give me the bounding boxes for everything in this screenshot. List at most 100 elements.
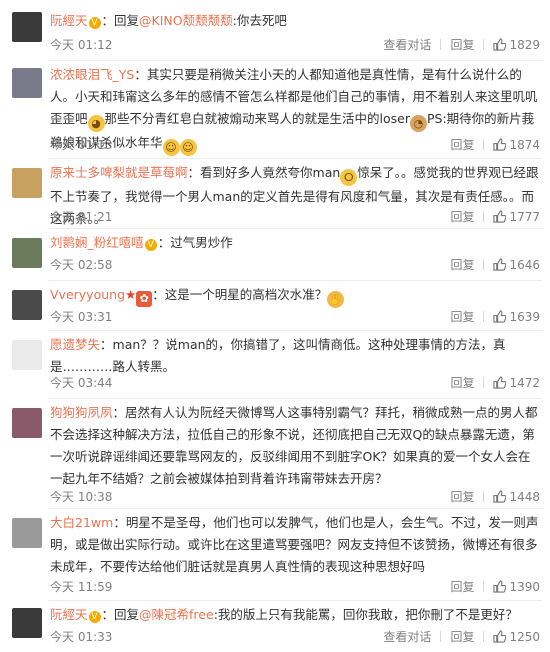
comment-item: 刘鹮娴_粉红嘻嘻 V ：过气男炒作 今天 02:58 回复 1646 bbox=[0, 228, 550, 280]
avatar[interactable] bbox=[12, 518, 42, 548]
like-button[interactable]: 1874 bbox=[493, 138, 540, 152]
timestamp: 今天 01:13 bbox=[50, 138, 113, 152]
avatar[interactable] bbox=[12, 608, 42, 638]
comment-meta: 今天 02:58 回复 1646 bbox=[50, 256, 540, 276]
user-name[interactable]: 阮經天 bbox=[50, 607, 88, 622]
comment-actions: 回复 1390 bbox=[450, 578, 540, 595]
star-icon: ★ bbox=[125, 287, 137, 302]
comment-item: 阮經天 V ：回复@KINO颓颓颓颓:你去死吧 今天 01:12 查看对话 回复 182… bbox=[0, 4, 550, 54]
thumbs-up-icon bbox=[493, 310, 507, 323]
like-count: 1646 bbox=[509, 258, 540, 272]
comment-actions: 回复 1646 bbox=[450, 256, 540, 273]
reply-button[interactable]: 回复 bbox=[450, 256, 474, 273]
timestamp: 今天 01:21 bbox=[50, 210, 113, 224]
comment-actions: 回复 1777 bbox=[450, 208, 540, 225]
avatar[interactable] bbox=[12, 12, 42, 42]
reply-button[interactable]: 回复 bbox=[450, 488, 474, 505]
like-count: 1639 bbox=[509, 310, 540, 324]
mention-link[interactable]: @KINO颓颓颓颓 bbox=[139, 13, 233, 28]
comment-meta: 今天 01:33 查看对话 回复 1250 bbox=[50, 628, 540, 648]
comment-text: Vveryyoung★ ✿ ：这是一个明星的高档次水准？ ✋ bbox=[50, 287, 345, 308]
like-count: 1829 bbox=[509, 38, 540, 52]
thumbs-up-icon bbox=[493, 258, 507, 271]
comment-meta: 今天 01:13 回复 1874 bbox=[50, 136, 540, 156]
verified-icon: V bbox=[144, 239, 157, 251]
comment-text: 愿遗梦失：man？？说man的，你搞错了，这叫情商低。这种处理事情的方法，真是…… bbox=[50, 337, 506, 374]
comment-item: 大白21wm：明星不是圣母，他们也可以发脾气，他们也是人，会生气。不过，发一则声… bbox=[0, 508, 550, 602]
like-button[interactable]: 1829 bbox=[493, 38, 540, 52]
comment-actions: 回复 1874 bbox=[450, 136, 540, 153]
user-name[interactable]: 愿遗梦失 bbox=[50, 337, 100, 352]
like-button[interactable]: 1472 bbox=[493, 376, 540, 390]
like-button[interactable]: 1777 bbox=[493, 210, 540, 224]
comment-item: Vveryyoung★ ✿ ：这是一个明星的高档次水准？ ✋ 今天 03:31 回复 1… bbox=[0, 280, 550, 332]
verified-icon: V bbox=[88, 611, 101, 623]
avatar[interactable] bbox=[12, 168, 42, 198]
emoji-icon: ◕ bbox=[87, 115, 105, 132]
timestamp: 今天 01:12 bbox=[50, 38, 113, 52]
comment-meta: 今天 01:21 回复 1777 bbox=[50, 208, 540, 228]
comment-actions: 查看对话 回复 1829 bbox=[383, 36, 540, 53]
avatar[interactable] bbox=[12, 238, 42, 268]
comment-item: 阮經天 V ：回复@陳冠希free:我的版上只有我能罵，回你我敢，把你刪了不是更好？… bbox=[0, 600, 550, 652]
comment-text: 大白21wm：明星不是圣母，他们也可以发脾气，他们也是人，会生气。不过，发一则声… bbox=[50, 515, 539, 574]
timestamp: 今天 02:58 bbox=[50, 258, 113, 272]
comment-meta: 今天 11:59 回复 1390 bbox=[50, 578, 540, 598]
comment-text: 阮經天 V ：回复@KINO颓颓颓颓:你去死吧 bbox=[50, 13, 287, 29]
comment-meta: 今天 01:12 查看对话 回复 1829 bbox=[50, 36, 540, 56]
avatar[interactable] bbox=[12, 408, 42, 438]
user-name[interactable]: 阮經天 bbox=[50, 13, 88, 28]
timestamp: 今天 03:44 bbox=[50, 376, 113, 390]
surprised-emoji-icon: ⵔ bbox=[340, 169, 358, 186]
thumbs-up-icon bbox=[493, 38, 507, 51]
badge-icon: ✿ bbox=[136, 291, 153, 307]
avatar[interactable] bbox=[12, 290, 42, 320]
mention-link[interactable]: @陳冠希free bbox=[139, 607, 214, 622]
thumbs-up-icon bbox=[493, 490, 507, 503]
avatar[interactable] bbox=[12, 68, 42, 98]
like-button[interactable]: 1646 bbox=[493, 258, 540, 272]
like-button[interactable]: 1448 bbox=[493, 490, 540, 504]
comment-actions: 回复 1448 bbox=[450, 488, 540, 505]
like-count: 1777 bbox=[509, 210, 540, 224]
timestamp: 今天 10:38 bbox=[50, 490, 113, 504]
avatar[interactable] bbox=[12, 340, 42, 370]
reply-button[interactable]: 回复 bbox=[450, 136, 474, 153]
view-conversation-link[interactable]: 查看对话 bbox=[383, 628, 431, 645]
timestamp: 今天 03:31 bbox=[50, 310, 113, 324]
thumbs-down-emoji-icon: ✋ bbox=[327, 291, 345, 308]
comment-meta: 今天 10:38 回复 1448 bbox=[50, 488, 540, 508]
verified-icon: V bbox=[88, 17, 101, 29]
like-button[interactable]: 1639 bbox=[493, 310, 540, 324]
user-name[interactable]: 刘鹮娴_粉红嘻嘻 bbox=[50, 235, 144, 250]
user-name[interactable]: 原来士多啤梨就是草莓啊 bbox=[50, 165, 188, 180]
reply-button[interactable]: 回复 bbox=[450, 308, 474, 325]
comment-text: 狗狗狗夙夙：居然有人认为阮经天微博骂人这事特别霸气？拜托，稍微成熟一点的男人都不… bbox=[50, 405, 538, 486]
thumbs-up-icon bbox=[493, 210, 507, 223]
comment-actions: 回复 1639 bbox=[450, 308, 540, 325]
reply-button[interactable]: 回复 bbox=[450, 208, 474, 225]
reply-button[interactable]: 回复 bbox=[450, 578, 474, 595]
comment-item: 狗狗狗夙夙：居然有人认为阮经天微博骂人这事特别霸气？拜托，稍微成熟一点的男人都不… bbox=[0, 398, 550, 510]
user-name[interactable]: 狗狗狗夙夙 bbox=[50, 405, 113, 420]
view-conversation-link[interactable]: 查看对话 bbox=[383, 36, 431, 53]
reply-button[interactable]: 回复 bbox=[450, 374, 474, 391]
comment-meta: 今天 03:31 回复 1639 bbox=[50, 308, 540, 328]
like-button[interactable]: 1250 bbox=[493, 630, 540, 644]
user-name[interactable]: 浓浓眼泪飞_YS bbox=[50, 67, 134, 82]
like-count: 1448 bbox=[509, 490, 540, 504]
comment-text: 阮經天 V ：回复@陳冠希free:我的版上只有我能罵，回你我敢，把你刪了不是更好？ bbox=[50, 607, 518, 623]
user-name[interactable]: 大白21wm bbox=[50, 515, 113, 530]
emoji-icon: ◔ bbox=[409, 115, 427, 132]
thumbs-up-icon bbox=[493, 580, 507, 593]
comment-item: 愿遗梦失：man？？说man的，你搞错了，这叫情商低。这种处理事情的方法，真是…… bbox=[0, 330, 550, 402]
comment-item: 原来士多啤梨就是草莓啊：看到好多人竟然夸你man ⵔ 惊呆了。。感觉我的世界观已经跟… bbox=[0, 158, 550, 232]
comment-actions: 查看对话 回复 1250 bbox=[383, 628, 540, 645]
comment-meta: 今天 03:44 回复 1472 bbox=[50, 374, 540, 394]
like-count: 1472 bbox=[509, 376, 540, 390]
like-count: 1874 bbox=[509, 138, 540, 152]
like-button[interactable]: 1390 bbox=[493, 580, 540, 594]
user-name[interactable]: Vveryyoung bbox=[50, 287, 125, 302]
reply-button[interactable]: 回复 bbox=[450, 36, 474, 53]
reply-button[interactable]: 回复 bbox=[450, 628, 474, 645]
